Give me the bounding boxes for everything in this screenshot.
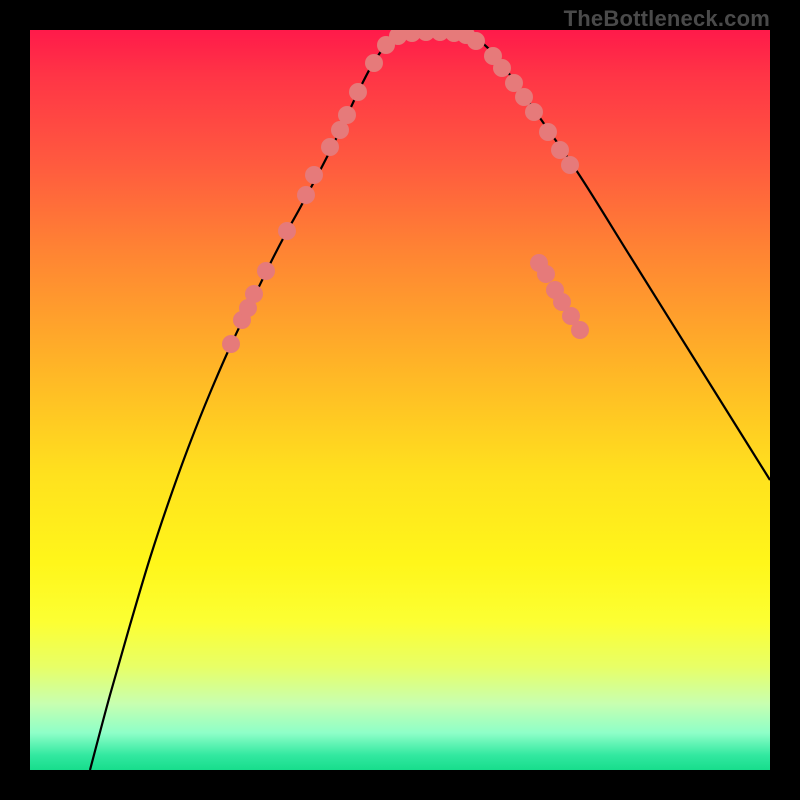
data-marker	[467, 32, 485, 50]
data-marker	[571, 321, 589, 339]
data-marker	[551, 141, 569, 159]
data-marker	[338, 106, 356, 124]
chart-frame: TheBottleneck.com	[0, 0, 800, 800]
data-marker	[561, 156, 579, 174]
data-marker	[349, 83, 367, 101]
data-marker	[305, 166, 323, 184]
data-marker	[365, 54, 383, 72]
data-marker	[257, 262, 275, 280]
marker-group	[222, 30, 589, 353]
data-marker	[321, 138, 339, 156]
plot-area	[30, 30, 770, 770]
data-marker	[515, 88, 533, 106]
data-marker	[493, 59, 511, 77]
data-marker	[278, 222, 296, 240]
data-marker	[525, 103, 543, 121]
bottleneck-curve	[90, 32, 770, 770]
data-marker	[537, 265, 555, 283]
data-marker	[539, 123, 557, 141]
attribution-text: TheBottleneck.com	[564, 6, 770, 32]
curve-svg	[30, 30, 770, 770]
data-marker	[297, 186, 315, 204]
data-marker	[245, 285, 263, 303]
data-marker	[222, 335, 240, 353]
